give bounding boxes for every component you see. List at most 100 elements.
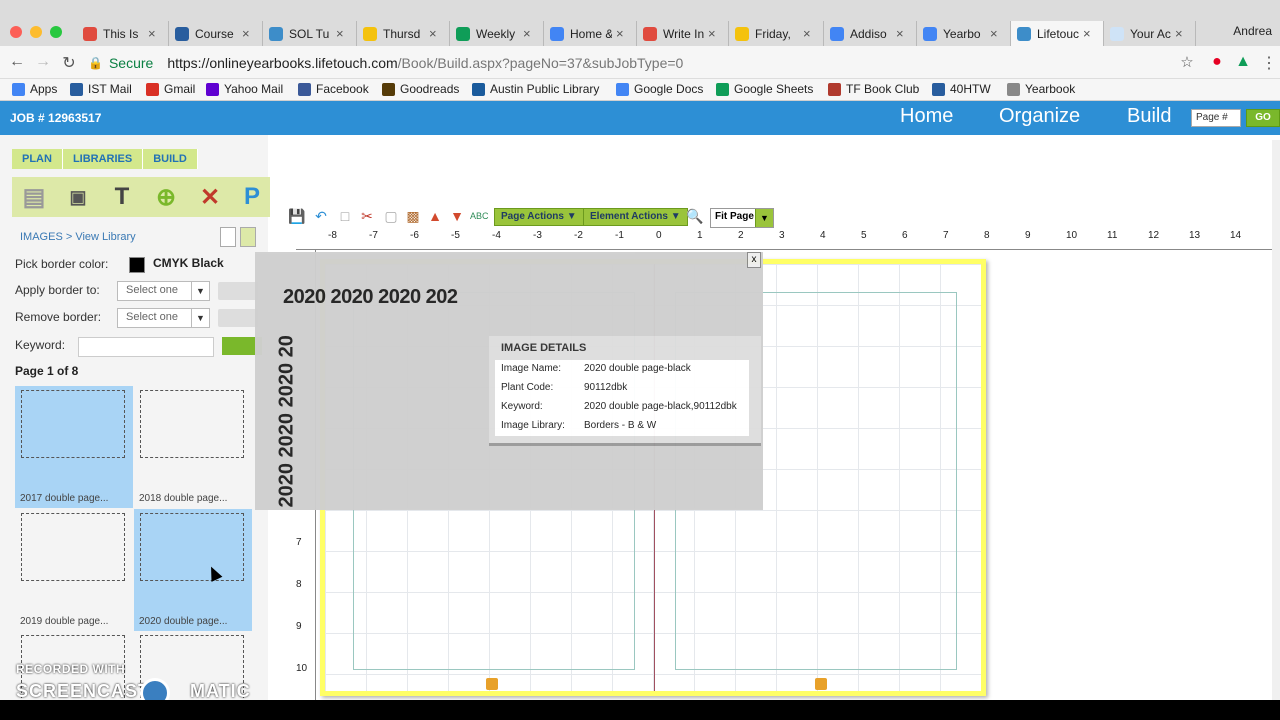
bookmark-item[interactable]: Austin Public Library xyxy=(472,82,599,96)
nav-home[interactable]: Home xyxy=(900,105,953,128)
clipart-icon[interactable]: ✕ xyxy=(192,181,228,213)
keyword-input[interactable] xyxy=(78,337,214,357)
close-window-button[interactable] xyxy=(10,26,22,38)
tab-build[interactable]: BUILD xyxy=(143,149,198,169)
menu-icon[interactable]: ⋮ xyxy=(1260,53,1278,73)
page-actions-button[interactable]: Page Actions ▼ xyxy=(494,208,584,226)
cut-icon[interactable]: ✂ xyxy=(358,207,376,225)
element-actions-button[interactable]: Element Actions ▼ xyxy=(583,208,688,226)
page-number-input[interactable]: Page # xyxy=(1191,109,1241,127)
spellcheck-icon[interactable]: ABC xyxy=(470,207,489,225)
nav-build[interactable]: Build xyxy=(1127,105,1171,128)
page-layout-icon[interactable]: ▤ xyxy=(16,181,52,213)
close-tab-icon[interactable]: × xyxy=(708,26,722,41)
close-tab-icon[interactable]: × xyxy=(616,26,630,41)
images-icon[interactable]: ▣ xyxy=(60,181,96,213)
close-tab-icon[interactable]: × xyxy=(1083,26,1097,41)
close-tab-icon[interactable]: × xyxy=(523,26,537,41)
browser-tab[interactable]: This Is × xyxy=(77,21,169,46)
forward-icon[interactable]: → xyxy=(34,53,52,71)
image-details-title: IMAGE DETAILS xyxy=(501,342,587,354)
back-icon[interactable]: ← xyxy=(8,53,26,71)
grid-view-icon[interactable] xyxy=(240,227,256,247)
bookmark-item[interactable]: 40HTW xyxy=(932,82,991,96)
zoom-select[interactable]: Fit Page ▼ xyxy=(710,208,774,228)
browser-tab[interactable]: Home & × xyxy=(544,21,637,46)
tab-plan[interactable]: PLAN xyxy=(12,149,63,169)
apply-border-button[interactable] xyxy=(218,282,258,300)
bookmark-item[interactable]: Goodreads xyxy=(382,82,459,96)
add-icon[interactable]: ⊕ xyxy=(148,181,184,213)
close-tab-icon[interactable]: × xyxy=(896,26,910,41)
url-field[interactable]: 🔒 Secure https://onlineyearbooks.lifetou… xyxy=(88,50,1200,75)
library-thumbnail[interactable]: 2019 double page... xyxy=(15,509,133,631)
nav-organize[interactable]: Organize xyxy=(999,105,1080,128)
close-tab-icon[interactable]: × xyxy=(803,26,817,41)
copy-format-icon[interactable]: □ xyxy=(336,207,354,225)
browser-tab[interactable]: Lifetouc × xyxy=(1011,21,1104,46)
tab-libraries[interactable]: LIBRARIES xyxy=(62,149,144,169)
bookmark-item[interactable]: Apps xyxy=(12,82,57,96)
tab-favicon-icon xyxy=(830,26,844,41)
bookmark-item[interactable]: IST Mail xyxy=(70,82,132,96)
ruler-tick-label: -3 xyxy=(533,230,542,241)
border-color-swatch[interactable] xyxy=(129,257,145,273)
close-tab-icon[interactable]: × xyxy=(336,26,350,41)
browser-tab[interactable]: Course × xyxy=(169,21,263,46)
pinterest-icon[interactable]: ● xyxy=(1208,53,1226,71)
close-tab-icon[interactable]: × xyxy=(1175,26,1189,41)
send-back-icon[interactable]: ▼ xyxy=(448,207,466,225)
ruler-tick-label: 3 xyxy=(779,230,785,241)
text-icon[interactable]: T xyxy=(104,181,140,213)
ruler-tick-label: 9 xyxy=(296,621,302,632)
minimize-window-button[interactable] xyxy=(30,26,42,38)
close-tab-icon[interactable]: × xyxy=(242,26,256,41)
library-thumbnail[interactable]: 2020 double page... xyxy=(134,509,252,631)
bookmark-item[interactable]: Google Sheets xyxy=(716,82,813,96)
p-icon[interactable]: P xyxy=(234,181,270,213)
bookmark-item[interactable]: TF Book Club xyxy=(828,82,919,96)
browser-tab[interactable]: Addiso × xyxy=(824,21,917,46)
browser-tab[interactable]: Your Ac × xyxy=(1104,21,1196,46)
copy-icon[interactable]: ▢ xyxy=(382,207,400,225)
ruler-tick-label: 11 xyxy=(1107,230,1118,241)
zoom-icon[interactable]: 🔍 xyxy=(686,207,704,225)
breadcrumb[interactable]: IMAGES > View Library xyxy=(20,231,136,243)
bookmark-item[interactable]: Yearbook xyxy=(1007,82,1075,96)
paste-icon[interactable]: ▩ xyxy=(404,207,422,225)
library-thumbnail[interactable]: 2017 double page... xyxy=(15,386,133,508)
apply-border-select[interactable]: Select one ▼ xyxy=(117,281,210,301)
browser-tab[interactable]: Friday, × xyxy=(729,21,824,46)
browser-tab[interactable]: Write In × xyxy=(637,21,729,46)
pick-border-label: Pick border color: xyxy=(15,257,109,271)
page-scrollbar[interactable] xyxy=(1272,140,1280,700)
bookmark-item[interactable]: Gmail xyxy=(146,82,195,96)
browser-tab[interactable]: Weekly × xyxy=(450,21,544,46)
save-icon[interactable]: 💾 xyxy=(288,207,306,225)
close-tab-icon[interactable]: × xyxy=(148,26,162,41)
lock-icon[interactable] xyxy=(815,678,827,690)
go-button[interactable]: GO xyxy=(1246,109,1280,127)
browser-tab[interactable]: Thursd × xyxy=(357,21,450,46)
bookmark-star-icon[interactable]: ☆ xyxy=(1178,53,1196,71)
profile-name[interactable]: Andrea xyxy=(1233,24,1272,38)
remove-border-button[interactable] xyxy=(218,309,258,327)
close-preview-button[interactable]: x xyxy=(747,252,761,268)
browser-tab[interactable]: SOL Tu × xyxy=(263,21,357,46)
bookmark-item[interactable]: Facebook xyxy=(298,82,369,96)
browser-tab[interactable]: Yearbo × xyxy=(917,21,1011,46)
close-tab-icon[interactable]: × xyxy=(990,26,1004,41)
bookmark-item[interactable]: Google Docs xyxy=(616,82,703,96)
lock-icon[interactable] xyxy=(486,678,498,690)
tab-favicon-icon xyxy=(1110,26,1124,41)
list-view-icon[interactable] xyxy=(220,227,236,247)
bookmark-item[interactable]: Yahoo Mail xyxy=(206,82,283,96)
remove-border-select[interactable]: Select one ▼ xyxy=(117,308,210,328)
undo-icon[interactable]: ↶ xyxy=(312,207,330,225)
close-tab-icon[interactable]: × xyxy=(429,26,443,41)
bring-front-icon[interactable]: ▲ xyxy=(426,207,444,225)
drive-icon[interactable]: ▲ xyxy=(1234,53,1252,71)
library-thumbnail[interactable]: 2018 double page... xyxy=(134,386,252,508)
maximize-window-button[interactable] xyxy=(50,26,62,38)
reload-icon[interactable]: ↻ xyxy=(60,53,78,73)
